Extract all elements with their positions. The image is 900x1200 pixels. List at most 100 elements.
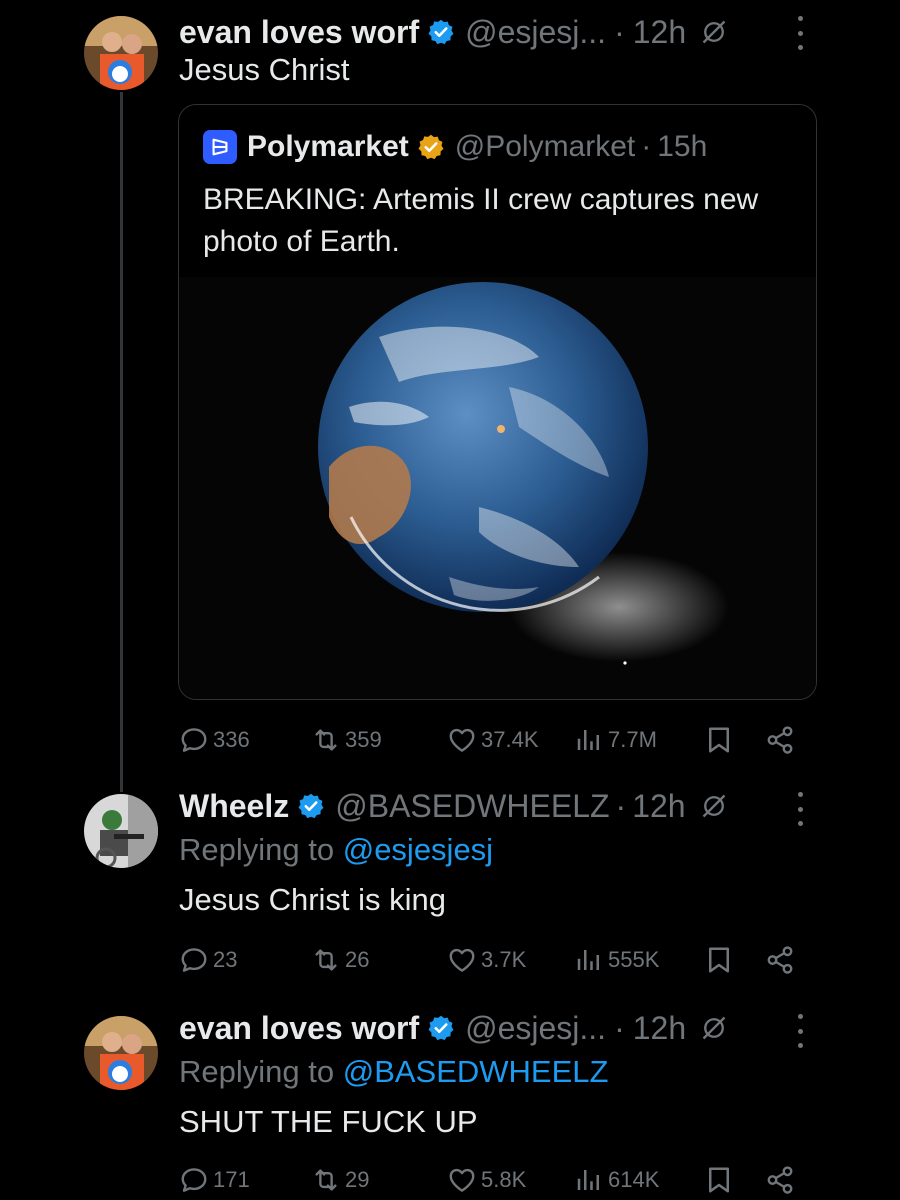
- views-button[interactable]: 7.7M: [574, 720, 657, 760]
- share-button[interactable]: [765, 720, 799, 760]
- reply-count: 336: [213, 727, 250, 752]
- quote-timestamp[interactable]: 15h: [657, 130, 707, 164]
- separator: ·: [641, 130, 652, 163]
- repost-count: 26: [345, 947, 370, 972]
- avatar[interactable]: [84, 1016, 158, 1090]
- share-button[interactable]: [765, 1160, 799, 1200]
- views-icon: [574, 1165, 604, 1195]
- more-icon[interactable]: [790, 792, 810, 826]
- tweet-3[interactable]: evan loves worf @esjesj... · 12h Replyin…: [0, 1000, 900, 1200]
- view-count: 614K: [608, 1167, 660, 1192]
- timestamp[interactable]: 12h: [633, 1010, 686, 1047]
- separator: ·: [615, 787, 627, 824]
- bookmark-icon: [704, 945, 734, 975]
- replying-to-mention[interactable]: @esjesjesj: [343, 832, 493, 867]
- reply-icon: [179, 945, 209, 975]
- quote-display-name[interactable]: Polymarket: [247, 130, 409, 164]
- tweet-text: SHUT THE FUCK UP: [179, 1104, 478, 1139]
- quote-text: BREAKING: Artemis II crew captures new p…: [203, 183, 759, 258]
- replying-prefix: Replying to: [179, 1054, 335, 1089]
- timestamp[interactable]: 12h: [633, 14, 686, 51]
- verified-badge-icon: [427, 1014, 455, 1042]
- verified-badge-icon: [417, 133, 445, 161]
- separator: ·: [614, 1009, 625, 1046]
- tweet-text: Jesus Christ: [179, 52, 350, 87]
- like-icon: [447, 725, 477, 755]
- repost-button[interactable]: 26: [311, 940, 369, 980]
- more-icon[interactable]: [790, 16, 810, 50]
- repost-button[interactable]: 29: [311, 1160, 369, 1200]
- quote-tweet[interactable]: Polymarket @Polymarket · 15h BREAKING: A…: [178, 104, 817, 700]
- handle[interactable]: @BASEDWHEELZ: [335, 788, 609, 825]
- verified-badge-icon: [427, 18, 455, 46]
- bookmark-button[interactable]: [704, 1160, 738, 1200]
- bookmark-icon: [704, 1165, 734, 1195]
- views-icon: [574, 945, 604, 975]
- reply-button[interactable]: 336: [179, 720, 250, 760]
- repost-count: 359: [345, 727, 382, 752]
- share-icon: [765, 945, 795, 975]
- tweet-actions: 336 359 37.4K 7.7M: [179, 720, 819, 760]
- views-button[interactable]: 614K: [574, 1160, 659, 1200]
- more-icon[interactable]: [790, 1014, 810, 1048]
- timestamp[interactable]: 12h: [632, 788, 685, 825]
- view-count: 7.7M: [608, 727, 657, 752]
- quote-header: Polymarket @Polymarket · 15h: [203, 127, 707, 167]
- mute-icon: [700, 1014, 728, 1042]
- handle[interactable]: @esjesj...: [465, 14, 606, 51]
- tweet-2[interactable]: Wheelz @BASEDWHEELZ · 12h Replying to @e…: [0, 780, 900, 1000]
- replying-prefix: Replying to: [179, 832, 335, 867]
- views-icon: [574, 725, 604, 755]
- tweet-header: evan loves worf @esjesj... · 12h: [179, 12, 728, 52]
- tweet-header: Wheelz @BASEDWHEELZ · 12h: [179, 786, 728, 826]
- like-button[interactable]: 3.7K: [447, 940, 526, 980]
- replying-to: Replying to @esjesjesj: [179, 832, 493, 868]
- like-count: 5.8K: [481, 1167, 527, 1192]
- reply-icon: [179, 725, 209, 755]
- bookmark-icon: [704, 725, 734, 755]
- tweet-1[interactable]: evan loves worf @esjesj... · 12h Jesus C…: [0, 0, 900, 770]
- avatar[interactable]: [84, 794, 158, 868]
- reply-button[interactable]: 23: [179, 940, 237, 980]
- like-button[interactable]: 37.4K: [447, 720, 539, 760]
- tweet-actions: 171 29 5.8K 614K: [179, 1160, 819, 1200]
- quote-handle[interactable]: @Polymarket: [455, 130, 636, 164]
- reply-count: 23: [213, 947, 238, 972]
- like-button[interactable]: 5.8K: [447, 1160, 526, 1200]
- replying-to: Replying to @BASEDWHEELZ: [179, 1054, 608, 1090]
- share-icon: [765, 725, 795, 755]
- repost-count: 29: [345, 1167, 370, 1192]
- verified-badge-icon: [297, 792, 325, 820]
- bookmark-button[interactable]: [704, 940, 738, 980]
- view-count: 555K: [608, 947, 660, 972]
- earth-photo[interactable]: [179, 277, 816, 699]
- display-name[interactable]: evan loves worf: [179, 14, 419, 51]
- tweet-text: Jesus Christ is king: [179, 882, 447, 917]
- bookmark-button[interactable]: [704, 720, 738, 760]
- like-icon: [447, 945, 477, 975]
- reply-icon: [179, 1165, 209, 1195]
- replying-to-mention[interactable]: @BASEDWHEELZ: [343, 1054, 609, 1089]
- mute-icon: [700, 792, 728, 820]
- reply-count: 171: [213, 1167, 250, 1192]
- share-icon: [765, 1165, 795, 1195]
- separator: ·: [614, 13, 625, 50]
- repost-button[interactable]: 359: [311, 720, 382, 760]
- display-name[interactable]: evan loves worf: [179, 1010, 419, 1047]
- tweet-actions: 23 26 3.7K 555K: [179, 940, 819, 980]
- avatar[interactable]: [84, 16, 158, 90]
- polymarket-logo-icon: [203, 130, 237, 164]
- reply-button[interactable]: 171: [179, 1160, 250, 1200]
- repost-icon: [311, 945, 341, 975]
- share-button[interactable]: [765, 940, 799, 980]
- like-count: 3.7K: [481, 947, 527, 972]
- display-name[interactable]: Wheelz: [179, 788, 289, 825]
- repost-icon: [311, 1165, 341, 1195]
- like-icon: [447, 1165, 477, 1195]
- tweet-header: evan loves worf @esjesj... · 12h: [179, 1008, 728, 1048]
- repost-icon: [311, 725, 341, 755]
- mute-icon: [700, 18, 728, 46]
- handle[interactable]: @esjesj...: [465, 1010, 606, 1047]
- views-button[interactable]: 555K: [574, 940, 659, 980]
- like-count: 37.4K: [481, 727, 539, 752]
